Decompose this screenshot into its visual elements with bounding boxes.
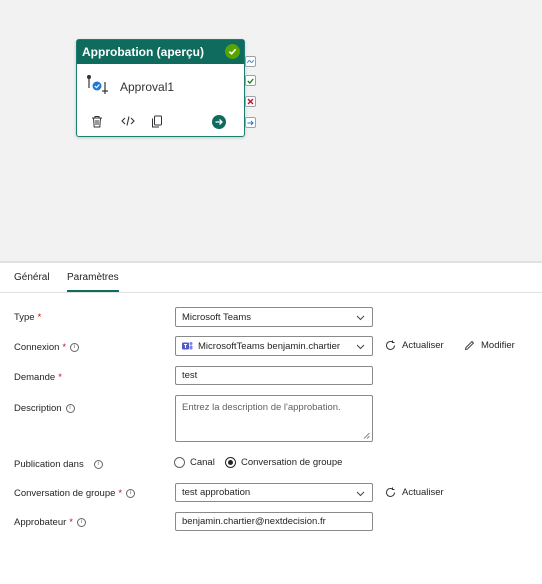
approval-activity-card[interactable]: Approbation (aperçu) Approval1 [76, 39, 245, 137]
info-icon[interactable]: i [77, 517, 86, 527]
fail-port-icon[interactable] [245, 96, 256, 107]
teams-icon [182, 341, 193, 351]
approval-activity-icon [86, 74, 110, 101]
card-toolbar [77, 113, 244, 133]
refresh-icon [386, 340, 395, 350]
activity-name: Approval1 [120, 80, 175, 94]
connexion-label-text: Connexion [14, 342, 60, 353]
demande-input[interactable]: test [175, 366, 373, 385]
required-marker: * [118, 488, 123, 499]
demande-label-text: Demande [14, 372, 56, 383]
type-label-text: Type [14, 312, 35, 323]
connexion-label: Connexion * i [14, 342, 80, 353]
resize-handle-icon[interactable] [363, 432, 370, 439]
description-label-text: Description [14, 403, 62, 414]
radio-canal-label: Canal [190, 457, 215, 468]
card-title: Approbation (aperçu) [82, 45, 204, 59]
conversation-select[interactable]: test approbation [175, 483, 373, 502]
skip-port-icon[interactable] [245, 56, 256, 67]
required-marker: * [62, 342, 67, 353]
pencil-icon [464, 340, 475, 351]
required-marker: * [37, 312, 42, 323]
check-circle-icon [225, 44, 240, 59]
publication-label: Publication dans i [14, 459, 103, 470]
info-icon[interactable]: i [70, 342, 80, 352]
connexion-value: MicrosoftTeams benjamin.chartier [198, 340, 341, 352]
publication-label-text: Publication dans [14, 459, 84, 470]
radio-conversation-label: Conversation de groupe [241, 457, 343, 468]
complete-port-icon[interactable] [245, 117, 256, 128]
approbateur-label-text: Approbateur [14, 517, 67, 528]
radio-button-selected[interactable] [225, 457, 236, 468]
approbateur-label: Approbateur * i [14, 517, 86, 528]
arrow-right-circle-icon[interactable] [212, 115, 226, 129]
conversation-refresh-button[interactable]: Actualiser [385, 487, 444, 498]
card-header: Approbation (aperçu) [77, 40, 244, 64]
connexion-refresh-button[interactable]: Actualiser [385, 340, 444, 351]
info-icon[interactable]: i [126, 488, 136, 498]
required-marker: * [58, 372, 62, 383]
demande-label: Demande * [14, 372, 62, 383]
type-value: Microsoft Teams [182, 311, 251, 323]
success-port-icon[interactable] [245, 75, 256, 86]
description-placeholder: Entrez la description de l'approbation. [182, 402, 341, 413]
tab-parametres[interactable]: Paramètres [67, 272, 119, 292]
chevron-down-icon [356, 342, 365, 353]
radio-button[interactable] [174, 457, 185, 468]
required-marker: * [69, 517, 73, 528]
pipeline-canvas[interactable]: Approbation (aperçu) Approval1 [0, 0, 542, 261]
approbateur-input[interactable]: benjamin.chartier@nextdecision.fr [175, 512, 373, 531]
connexion-edit-button[interactable]: Modifier [464, 340, 515, 351]
refresh-label: Actualiser [402, 340, 444, 351]
info-icon[interactable]: i [93, 459, 103, 469]
conversation-label-text: Conversation de groupe [14, 488, 116, 499]
chevron-down-icon [356, 313, 365, 324]
description-label: Description i [14, 403, 75, 414]
copy-icon[interactable] [151, 115, 163, 128]
type-select[interactable]: Microsoft Teams [175, 307, 373, 327]
approbateur-value: benjamin.chartier@nextdecision.fr [182, 516, 326, 527]
code-icon[interactable] [121, 115, 135, 127]
trash-icon[interactable] [91, 115, 103, 128]
conversation-value: test approbation [182, 487, 251, 498]
edit-label: Modifier [481, 340, 515, 351]
refresh-label: Actualiser [402, 487, 444, 498]
connexion-select[interactable]: MicrosoftTeams benjamin.chartier [175, 336, 373, 356]
tab-general[interactable]: Général [14, 272, 50, 283]
conversation-label: Conversation de groupe * i [14, 488, 136, 499]
chevron-down-icon [356, 489, 365, 500]
radio-conversation-de-groupe[interactable]: Conversation de groupe [225, 457, 342, 468]
radio-canal[interactable]: Canal [174, 457, 215, 468]
refresh-icon [386, 487, 395, 497]
type-label: Type * [14, 312, 41, 323]
card-body: Approval1 [77, 64, 244, 110]
description-textarea[interactable]: Entrez la description de l'approbation. [175, 395, 373, 442]
info-icon[interactable]: i [65, 403, 75, 413]
settings-tabs: Général Paramètres [0, 263, 542, 293]
demande-value: test [182, 370, 198, 381]
